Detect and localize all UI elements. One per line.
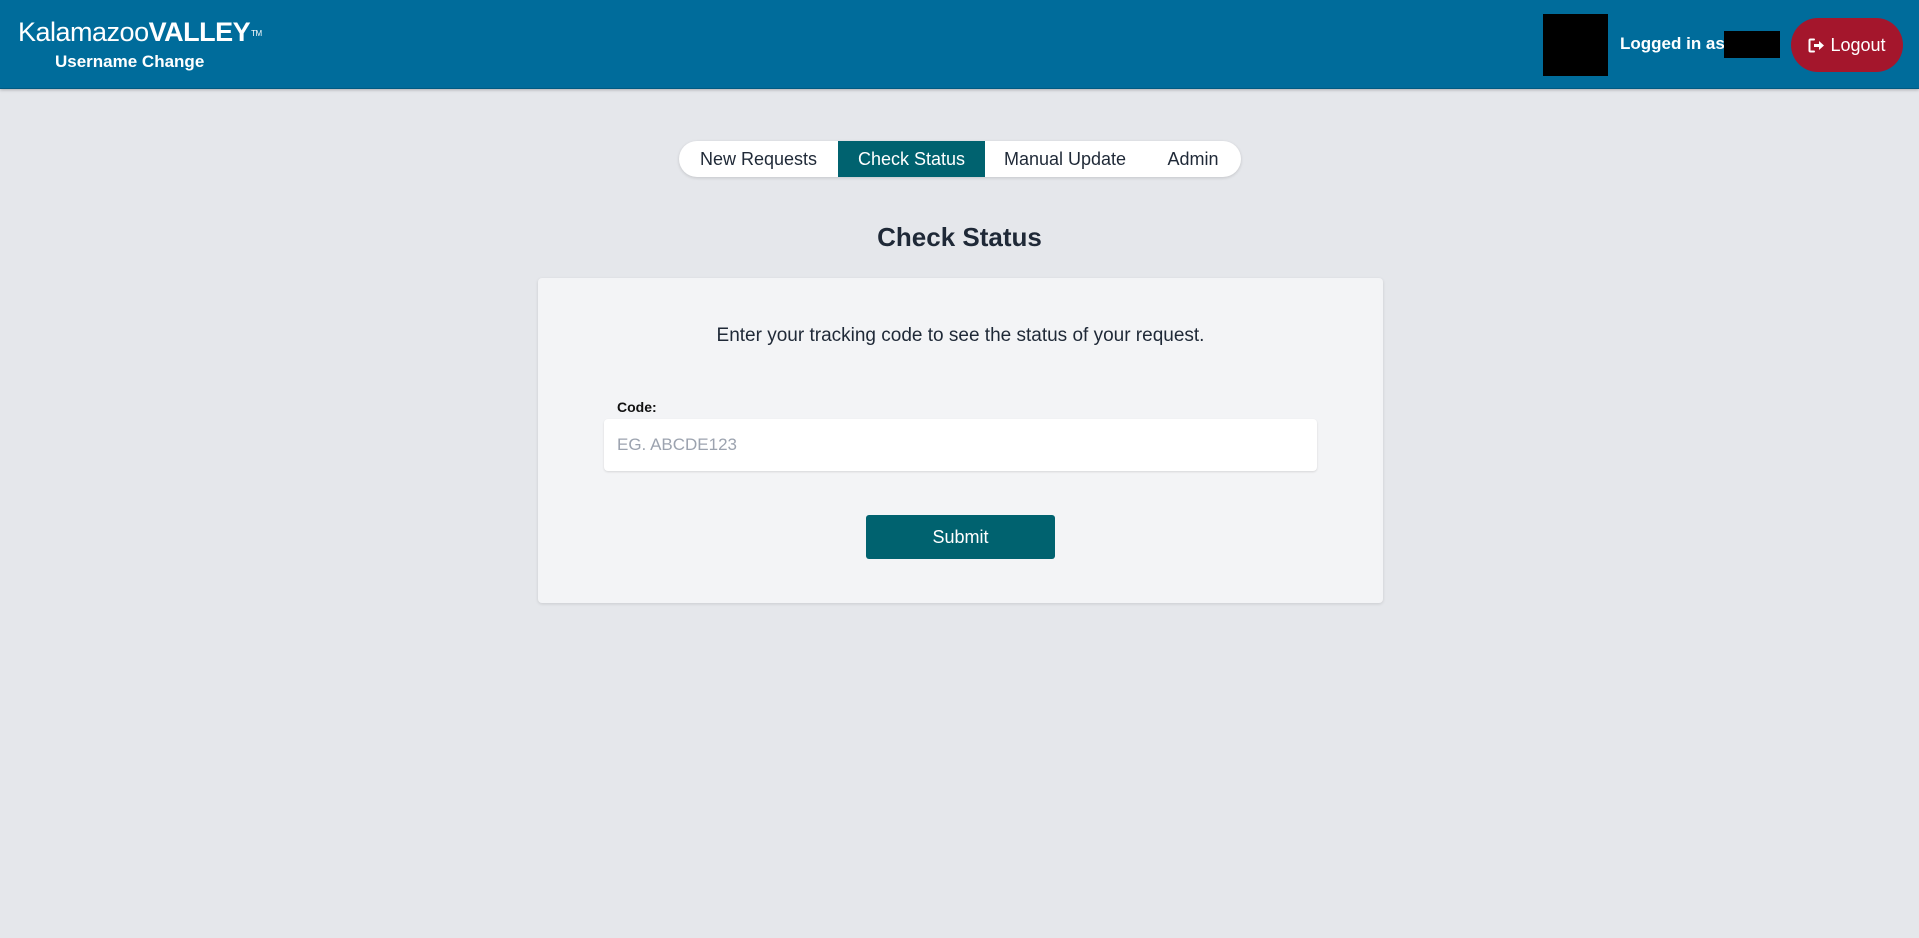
brand-logo-bold: VALLEY [148,17,251,47]
tab-check-status[interactable]: Check Status [838,141,985,177]
page: KalamazooVALLEYTM Username Change Logged… [0,0,1919,938]
avatar [1543,14,1608,76]
tab-new-requests[interactable]: New Requests [679,141,838,177]
logged-in-text: Logged in as, [1620,34,1730,53]
brand-logo: KalamazooVALLEYTM [18,17,262,47]
check-status-card: Enter your tracking code to see the stat… [538,278,1383,603]
code-input[interactable] [604,419,1317,471]
brand-logo-tm: TM [251,29,262,38]
logout-button[interactable]: Logout [1791,18,1903,72]
brand: KalamazooVALLEYTM Username Change [18,17,262,71]
tab-manual-update[interactable]: Manual Update [985,141,1145,177]
tab-admin[interactable]: Admin [1145,141,1241,177]
redacted-username [1724,31,1780,58]
code-label: Code: [617,399,657,415]
brand-logo-light: Kalamazoo [18,17,149,47]
card-intro-text: Enter your tracking code to see the stat… [716,325,1205,346]
tab-bar: New Requests Check Status Manual Update … [679,141,1241,177]
page-title: Check Status [877,222,1042,252]
top-header: KalamazooVALLEYTM Username Change Logged… [0,0,1919,89]
sign-out-icon [1808,38,1825,53]
submit-button[interactable]: Submit [866,515,1055,559]
logout-label: Logout [1830,34,1886,55]
app-name: Username Change [55,52,205,71]
